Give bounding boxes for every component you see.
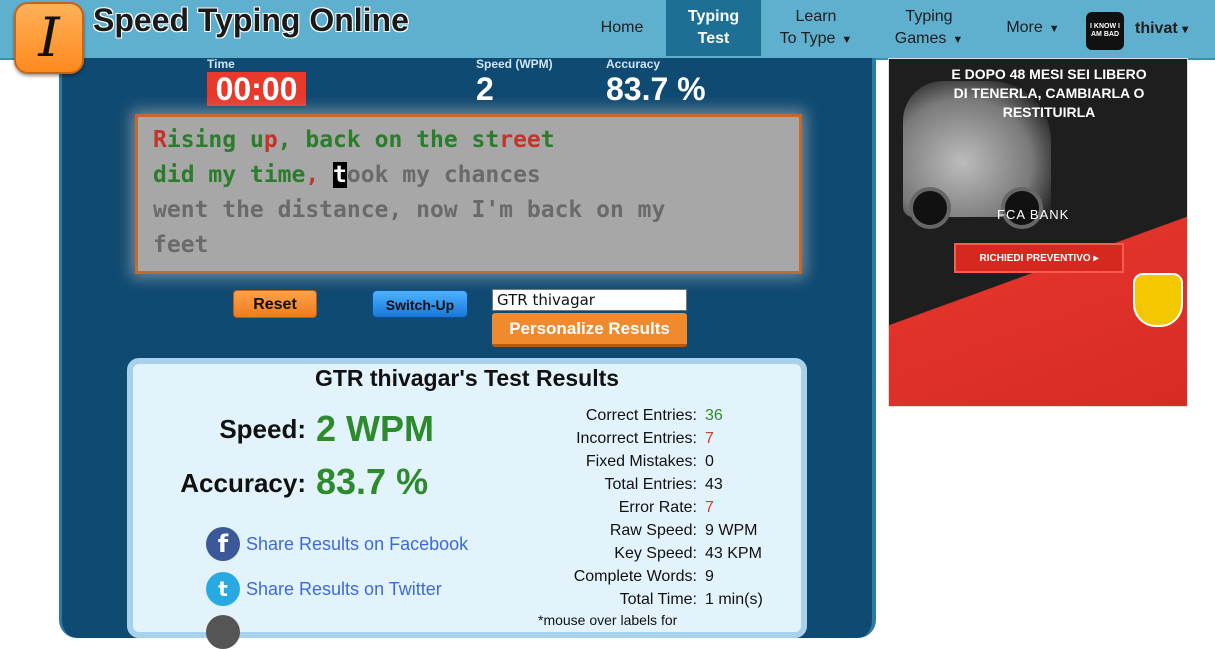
ad-bank-logo: FCA BANK	[997, 207, 1070, 222]
text-segment: went the distance, now I'm back on my	[153, 197, 666, 223]
dropdown-arrow-icon: ▼	[1048, 22, 1060, 35]
dropdown-arrow-icon: ▼	[952, 33, 964, 46]
text-segment: , back on the st	[277, 127, 500, 153]
results-title: GTR thivagar's Test Results	[314, 365, 620, 391]
nav-item-label: More ▼	[1006, 18, 1060, 36]
share-facebook-link[interactable]: f Share Results on Facebook	[206, 527, 468, 561]
text-segment: ook my chances	[346, 162, 541, 188]
detail-value: 9 WPM	[705, 522, 758, 539]
result-speed-value: 2 WPM	[316, 408, 435, 449]
user-avatar[interactable]: I KNOW I AM BAD	[1086, 12, 1124, 50]
text-segment: ,	[305, 162, 320, 188]
text-segment	[319, 162, 333, 188]
detail-value: 36	[705, 407, 723, 424]
detail-label[interactable]: Raw Speed:	[610, 522, 697, 540]
detail-value: 0	[705, 453, 714, 470]
nav-item-typing[interactable]: Typing Test	[666, 0, 761, 56]
advertisement[interactable]: E DOPO 48 MESI SEI LIBERO DI TENERLA, CA…	[888, 58, 1188, 407]
personalize-results-button[interactable]: Personalize Results	[492, 313, 687, 347]
typing-text-area[interactable]: Rising up, back on the street did my tim…	[135, 114, 802, 274]
abarth-badge-icon	[1133, 273, 1183, 327]
text-segment: R	[153, 127, 167, 153]
detail-label[interactable]: Complete Words:	[574, 568, 697, 586]
nav-item-typing[interactable]: Typing Games ▼	[887, 0, 971, 56]
timer-value: 00:00	[207, 72, 306, 106]
detail-label[interactable]: Key Speed:	[614, 545, 697, 563]
site-logo[interactable]: I	[14, 2, 84, 74]
text-segment: p	[263, 127, 278, 153]
nav-item-more[interactable]: More ▼	[993, 0, 1073, 56]
text-line-2: did my time, took my chances	[153, 162, 541, 188]
detail-value: 7	[705, 430, 714, 447]
username: thivat	[1135, 20, 1178, 37]
share-more-icon[interactable]	[206, 615, 240, 649]
detail-value: 7	[705, 499, 714, 516]
nav-item-label: Learn To Type ▼	[779, 7, 853, 47]
nav-item-label: Home	[600, 19, 644, 36]
detail-label[interactable]: Correct Entries:	[586, 407, 697, 425]
nav-item-label: Typing Games ▼	[894, 7, 964, 47]
ad-headline: E DOPO 48 MESI SEI LIBERO DI TENERLA, CA…	[951, 66, 1147, 120]
accuracy-value: 83.7 %	[606, 71, 706, 107]
text-segment: u	[249, 127, 264, 153]
result-speed-label[interactable]: Speed:	[160, 414, 306, 445]
time-label: Time	[207, 57, 235, 71]
cursor-char: t	[333, 162, 347, 188]
mouseover-note: *mouse over labels for	[538, 612, 678, 628]
share-twitter-label: Share Results on Twitter	[246, 578, 442, 599]
logo-glyph: I	[38, 6, 60, 69]
nav-item-learn[interactable]: Learn To Type ▼	[771, 0, 861, 56]
detail-label[interactable]: Error Rate:	[619, 499, 697, 517]
avatar-text: I KNOW I AM BAD	[1090, 23, 1120, 38]
accuracy-label: Accuracy	[606, 57, 661, 71]
nav-item-home[interactable]: Home	[584, 0, 660, 56]
share-facebook-label: Share Results on Facebook	[246, 533, 469, 554]
detail-value: 1 min(s)	[705, 591, 763, 608]
switch-up-button[interactable]: Switch-Up	[372, 290, 468, 318]
reset-button[interactable]: Reset	[233, 290, 317, 318]
nav-item-label: Typing Test	[687, 8, 740, 47]
speed-label: Speed (WPM)	[476, 57, 553, 71]
user-menu-arrow-icon: ▾	[1182, 22, 1189, 36]
ad-cta-button[interactable]: RICHIEDI PREVENTIVO ▸	[954, 243, 1124, 273]
result-accuracy-value: 83.7 %	[316, 461, 429, 502]
text-segment: ree	[499, 127, 541, 153]
name-input[interactable]	[492, 289, 687, 311]
share-twitter-link[interactable]: t Share Results on Twitter	[206, 572, 442, 606]
detail-label[interactable]: Incorrect Entries:	[576, 430, 697, 448]
text-segment: t	[540, 127, 555, 153]
text-segment: did my time	[153, 162, 306, 188]
text-line-1: Rising up, back on the street	[153, 127, 555, 153]
text-segment: ising	[166, 127, 250, 153]
result-accuracy-label[interactable]: Accuracy:	[160, 468, 306, 499]
detail-value: 43 KPM	[705, 545, 762, 562]
car-wheel-icon	[909, 187, 951, 229]
top-navigation-bar: Speed Typing Online Home Typing Test Learn T…	[0, 0, 1215, 60]
twitter-icon: t	[206, 572, 240, 606]
detail-label[interactable]: Total Entries:	[605, 476, 697, 494]
dropdown-arrow-icon: ▼	[841, 33, 853, 46]
detail-value: 43	[705, 476, 723, 493]
facebook-icon: f	[206, 527, 240, 561]
detail-value: 9	[705, 568, 714, 585]
user-menu[interactable]: thivat ▾	[1135, 20, 1188, 38]
speed-value: 2	[476, 71, 494, 107]
text-segment: feet	[153, 232, 209, 258]
site-brand-title[interactable]: Speed Typing Online	[93, 2, 409, 39]
detail-label[interactable]: Fixed Mistakes:	[586, 453, 697, 471]
text-line-4: feet	[153, 232, 208, 258]
text-line-3: went the distance, now I'm back on my	[153, 197, 665, 223]
detail-label[interactable]: Total Time:	[620, 591, 697, 609]
